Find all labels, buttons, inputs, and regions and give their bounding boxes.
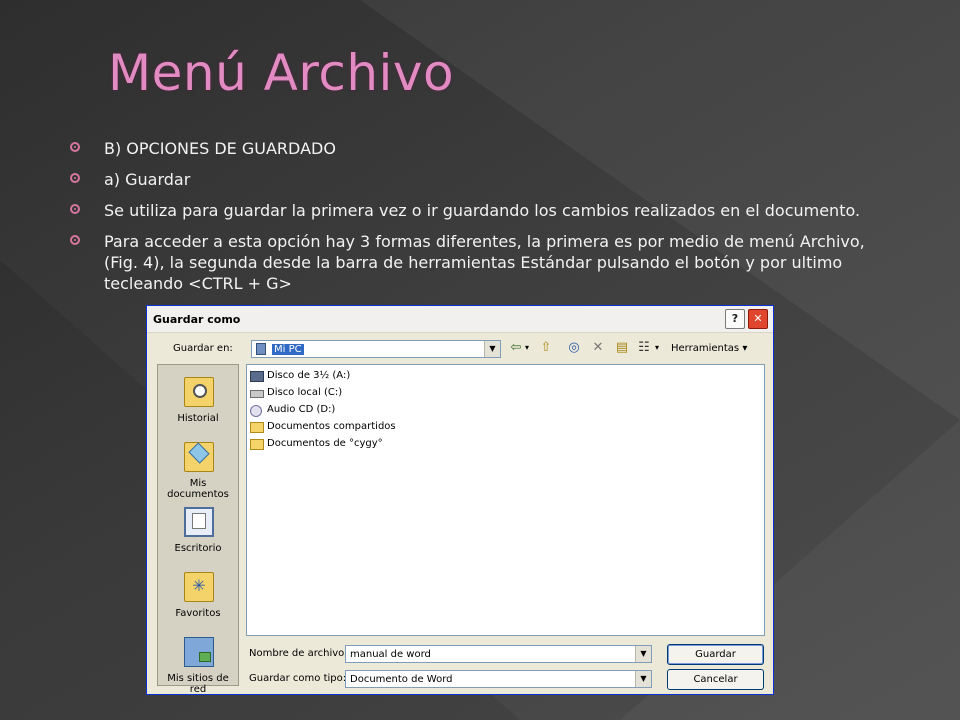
tools-menu[interactable]: Herramientas ▾ bbox=[671, 343, 747, 354]
bullet-icon bbox=[70, 235, 80, 245]
folder-icon bbox=[250, 422, 264, 433]
search-web-icon[interactable]: ◎ bbox=[565, 339, 583, 357]
up-folder-icon[interactable]: ⇧ bbox=[537, 339, 555, 357]
bullet-text: Para acceder a esta opción hay 3 formas … bbox=[104, 232, 865, 293]
chevron-down-icon: ▾ bbox=[742, 343, 748, 354]
cd-drive-icon bbox=[250, 405, 262, 417]
desktop-icon bbox=[184, 507, 214, 537]
bullet-text: B) OPCIONES DE GUARDADO bbox=[104, 139, 336, 158]
place-network[interactable]: Mis sitios de red bbox=[158, 637, 238, 695]
back-icon[interactable]: ⇦ bbox=[507, 339, 525, 357]
place-favorites[interactable]: ✳ Favoritos bbox=[158, 572, 238, 632]
bullet-item: Se utiliza para guardar la primera vez o… bbox=[70, 200, 900, 221]
places-bar: Historial Mis documentos Escritorio ✳ Fa… bbox=[157, 364, 239, 694]
file-type-value: Documento de Word bbox=[350, 674, 453, 685]
my-documents-icon bbox=[184, 442, 214, 472]
delete-icon[interactable]: ✕ bbox=[589, 339, 607, 357]
save-in-label: Guardar en: bbox=[173, 343, 233, 354]
chevron-down-icon[interactable]: ▼ bbox=[635, 671, 651, 687]
my-computer-icon bbox=[256, 343, 266, 355]
tools-label: Herramientas bbox=[671, 343, 740, 354]
bullet-text: Se utiliza para guardar la primera vez o… bbox=[104, 201, 861, 220]
file-name: Documentos de °cygy° bbox=[267, 438, 383, 449]
file-name-field[interactable]: manual de word ▼ bbox=[345, 645, 652, 663]
place-my-documents[interactable]: Mis documentos bbox=[158, 442, 238, 502]
file-type-label: Guardar como tipo: bbox=[249, 673, 347, 684]
save-in-dropdown[interactable]: Mi PC ▼ bbox=[251, 340, 501, 358]
place-label: Escritorio bbox=[174, 543, 222, 554]
history-icon bbox=[184, 377, 214, 407]
dialog-title: Guardar como bbox=[153, 313, 241, 326]
file-list[interactable]: Disco de 3½ (A:) Disco local (C:) Audio … bbox=[246, 364, 765, 636]
place-history[interactable]: Historial bbox=[158, 377, 238, 437]
slide-title: Menú Archivo bbox=[108, 44, 455, 102]
place-label: Favoritos bbox=[175, 608, 221, 619]
help-button[interactable]: ? bbox=[725, 309, 745, 329]
bullet-text: a) Guardar bbox=[104, 170, 191, 189]
bullet-icon bbox=[70, 142, 80, 152]
save-in-value: Mi PC bbox=[272, 344, 304, 355]
bullet-icon bbox=[70, 173, 80, 183]
save-as-dialog: Guardar como ? ✕ Guardar en: Mi PC ▼ ⇦ ▾… bbox=[146, 305, 774, 695]
save-button[interactable]: Guardar bbox=[667, 644, 764, 665]
back-dropdown-icon[interactable]: ▾ bbox=[525, 339, 529, 357]
views-dropdown-icon[interactable]: ▾ bbox=[655, 339, 659, 357]
file-name: Disco local (C:) bbox=[267, 387, 343, 398]
chevron-down-icon[interactable]: ▼ bbox=[635, 646, 651, 662]
place-label: Historial bbox=[177, 413, 219, 424]
place-label: Mis sitios de red bbox=[167, 673, 229, 695]
chevron-down-icon[interactable]: ▼ bbox=[484, 341, 500, 357]
file-name: Audio CD (D:) bbox=[267, 404, 336, 415]
folder-icon bbox=[250, 439, 264, 450]
network-places-icon bbox=[184, 637, 214, 667]
cancel-button[interactable]: Cancelar bbox=[667, 669, 764, 690]
bullet-item: Para acceder a esta opción hay 3 formas … bbox=[70, 231, 900, 294]
file-name: Disco de 3½ (A:) bbox=[267, 370, 351, 381]
close-button[interactable]: ✕ bbox=[748, 309, 768, 329]
place-desktop[interactable]: Escritorio bbox=[158, 507, 238, 567]
bullet-item: a) Guardar bbox=[70, 169, 900, 190]
floppy-drive-icon bbox=[250, 371, 264, 382]
favorites-icon: ✳ bbox=[184, 572, 214, 602]
file-name-value: manual de word bbox=[350, 649, 431, 660]
file-name: Documentos compartidos bbox=[267, 421, 396, 432]
file-type-dropdown[interactable]: Documento de Word ▼ bbox=[345, 670, 652, 688]
views-icon[interactable]: ☷ bbox=[635, 339, 653, 357]
file-name-label: Nombre de archivo: bbox=[249, 648, 348, 659]
bullet-list: B) OPCIONES DE GUARDADO a) Guardar Se ut… bbox=[70, 138, 900, 304]
place-label: Mis documentos bbox=[167, 478, 229, 500]
bullet-item: B) OPCIONES DE GUARDADO bbox=[70, 138, 900, 159]
bullet-icon bbox=[70, 204, 80, 214]
dialog-titlebar[interactable]: Guardar como ? ✕ bbox=[147, 306, 773, 333]
hard-drive-icon bbox=[250, 390, 264, 398]
new-folder-icon[interactable]: ▤ bbox=[613, 339, 631, 357]
